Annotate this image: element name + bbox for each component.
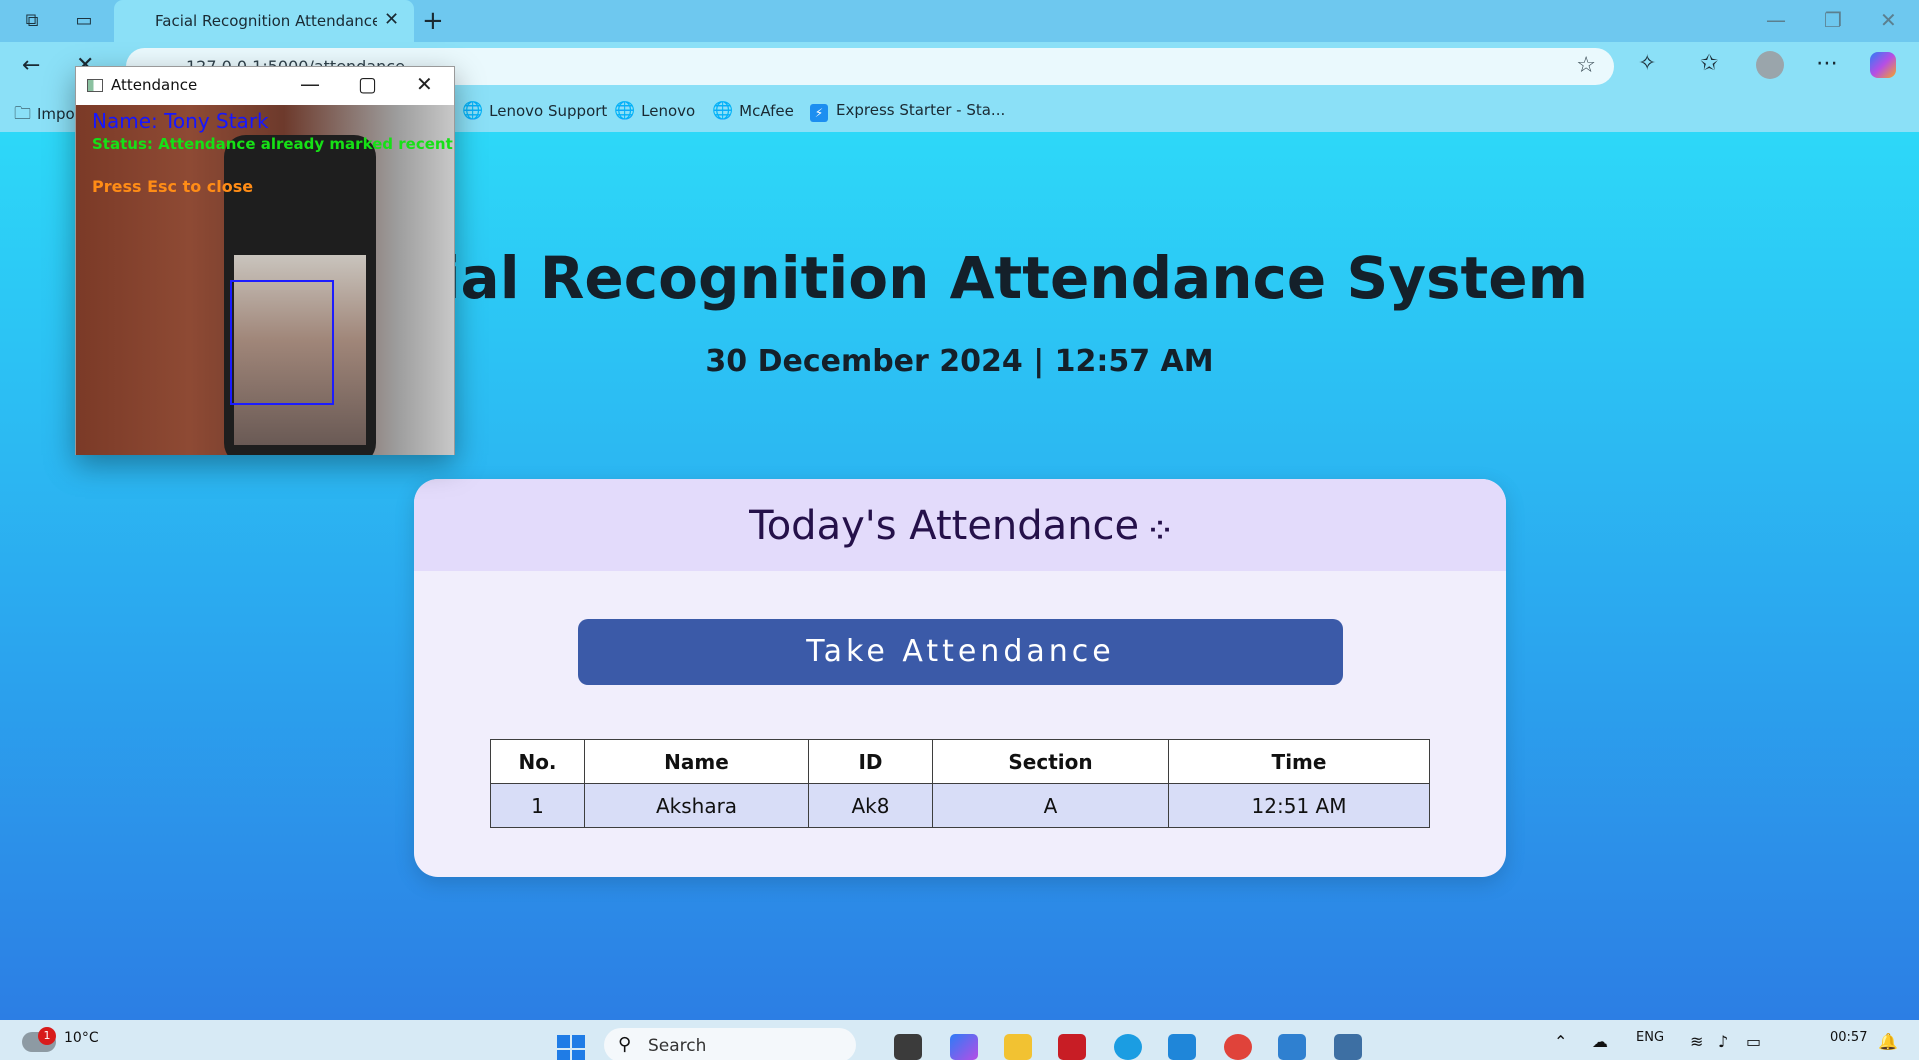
restore-icon[interactable]: ❐ xyxy=(1824,8,1842,32)
cell-time: 12:51 AM xyxy=(1168,783,1430,828)
camera-window-title: Attendance xyxy=(111,76,198,94)
onedrive-icon[interactable]: ☁ xyxy=(1592,1032,1608,1051)
back-arrow-icon[interactable]: ← xyxy=(22,53,40,78)
search-icon: ⚲ xyxy=(618,1034,632,1055)
bookmark-folder[interactable]: 🗀 Impo xyxy=(14,101,75,130)
vscode-icon[interactable] xyxy=(1168,1034,1196,1060)
close-tab-icon[interactable]: ✕ xyxy=(384,9,399,30)
browser-tab-bar: ⧉ ▭ Facial Recognition Attendance System… xyxy=(0,0,1919,42)
profile-avatar[interactable] xyxy=(1756,51,1784,79)
notification-bell-icon[interactable]: 🔔 xyxy=(1878,1032,1898,1051)
cell-no: 1 xyxy=(490,783,585,828)
attendance-status: Status: Attendance already marked recent… xyxy=(92,135,454,153)
clipboard-icon: ⁘ xyxy=(1149,516,1171,546)
window-app-icon xyxy=(87,79,103,92)
folder-icon: 🗀 xyxy=(14,104,31,124)
lightning-icon: ⚡ xyxy=(810,104,828,122)
esc-hint: Press Esc to close xyxy=(92,177,254,196)
camera-window-titlebar[interactable]: Attendance — ▢ ✕ xyxy=(76,67,454,105)
maximize-icon[interactable]: ▢ xyxy=(358,72,377,96)
bookmark-lenovo-support[interactable]: 🌐 Lenovo Support xyxy=(462,101,607,121)
taskview-icon[interactable] xyxy=(894,1034,922,1060)
minimize-icon[interactable]: — xyxy=(1766,8,1786,32)
tab-actions-icon[interactable]: ▭ xyxy=(72,9,96,33)
bookmark-label: McAfee xyxy=(739,102,794,120)
bookmark-mcafee[interactable]: 🌐 McAfee xyxy=(712,101,794,121)
mcafee-icon[interactable] xyxy=(1058,1034,1086,1060)
favorite-star-icon[interactable]: ☆ xyxy=(1576,53,1596,78)
windows-taskbar: 1 10°C ⚲ Search ⌃ ☁ ENG ≋ ♪ ▭ 00:57 🔔 xyxy=(0,1020,1919,1060)
close-window-icon[interactable]: ✕ xyxy=(1880,8,1897,32)
puzzle-icon[interactable]: ✧ xyxy=(1638,51,1656,76)
attendance-table: No. Name ID Section Time 1 Akshara Ak8 A… xyxy=(490,739,1430,828)
taskbar-search[interactable]: ⚲ Search xyxy=(604,1028,856,1060)
battery-icon[interactable]: ▭ xyxy=(1746,1032,1761,1051)
column-header: Name xyxy=(584,739,809,784)
edge-icon[interactable] xyxy=(1114,1034,1142,1060)
card-title: Today's Attendance xyxy=(749,503,1140,549)
close-icon[interactable]: ✕ xyxy=(416,72,433,96)
column-header: No. xyxy=(490,739,585,784)
more-icon[interactable]: ⋯ xyxy=(1816,51,1838,76)
cell-section: A xyxy=(932,783,1169,828)
language-indicator[interactable]: ENG xyxy=(1636,1030,1664,1045)
camera-feed: Name: Tony Stark Status: Attendance alre… xyxy=(76,105,454,455)
bookmark-lenovo[interactable]: 🌐 Lenovo xyxy=(614,101,695,121)
python-icon[interactable] xyxy=(1334,1034,1362,1060)
minimize-icon[interactable]: — xyxy=(300,72,320,96)
weather-badge: 1 xyxy=(38,1027,56,1045)
volume-icon[interactable]: ♪ xyxy=(1718,1032,1728,1051)
favorites-icon[interactable]: ✩ xyxy=(1700,51,1718,76)
chevron-up-icon[interactable]: ⌃ xyxy=(1554,1032,1567,1051)
cell-id: Ak8 xyxy=(808,783,933,828)
table-header-row: No. Name ID Section Time xyxy=(490,739,1430,784)
attendance-card: Today's Attendance ⁘ Take Attendance No. … xyxy=(414,479,1506,877)
workspaces-icon[interactable]: ⧉ xyxy=(20,9,44,33)
tab-attendance[interactable]: Facial Recognition Attendance System ✕ xyxy=(114,0,414,42)
globe-icon: 🌐 xyxy=(712,101,734,121)
globe-icon: 🌐 xyxy=(614,101,636,121)
column-header: Time xyxy=(1168,739,1430,784)
chrome-icon[interactable] xyxy=(1224,1034,1252,1060)
bookmark-label: Express Starter - Sta... xyxy=(836,101,1006,119)
recognized-name: Name: Tony Stark xyxy=(92,109,269,133)
search-placeholder: Search xyxy=(648,1036,707,1056)
bookmark-label: Lenovo Support xyxy=(489,102,608,120)
take-attendance-button[interactable]: Take Attendance xyxy=(578,619,1343,685)
globe-icon: 🌐 xyxy=(462,101,484,121)
table-row: 1 Akshara Ak8 A 12:51 AM xyxy=(490,783,1430,828)
column-header: ID xyxy=(808,739,933,784)
copilot-app-icon[interactable] xyxy=(950,1034,978,1060)
card-header: Today's Attendance ⁘ xyxy=(414,479,1506,571)
bookmark-label: Impo xyxy=(37,105,75,123)
face-detection-box xyxy=(230,280,334,405)
weather-temperature[interactable]: 10°C xyxy=(64,1030,99,1046)
new-tab-icon[interactable]: + xyxy=(422,6,444,36)
tab-title: Facial Recognition Attendance System xyxy=(155,12,377,30)
bookmark-express-starter[interactable]: ⚡ Express Starter - Sta... xyxy=(810,101,1005,122)
attendance-camera-window[interactable]: Attendance — ▢ ✕ Name: Tony Stark Status… xyxy=(75,66,455,455)
copilot-icon[interactable] xyxy=(1870,52,1896,78)
wifi-icon[interactable]: ≋ xyxy=(1690,1032,1703,1051)
start-button[interactable] xyxy=(557,1035,585,1060)
bookmark-label: Lenovo xyxy=(641,102,696,120)
column-header: Section xyxy=(932,739,1169,784)
file-explorer-icon[interactable] xyxy=(1004,1034,1032,1060)
clock-time[interactable]: 00:57 xyxy=(1830,1030,1867,1045)
cell-name: Akshara xyxy=(584,783,809,828)
app-icon[interactable] xyxy=(1278,1034,1306,1060)
